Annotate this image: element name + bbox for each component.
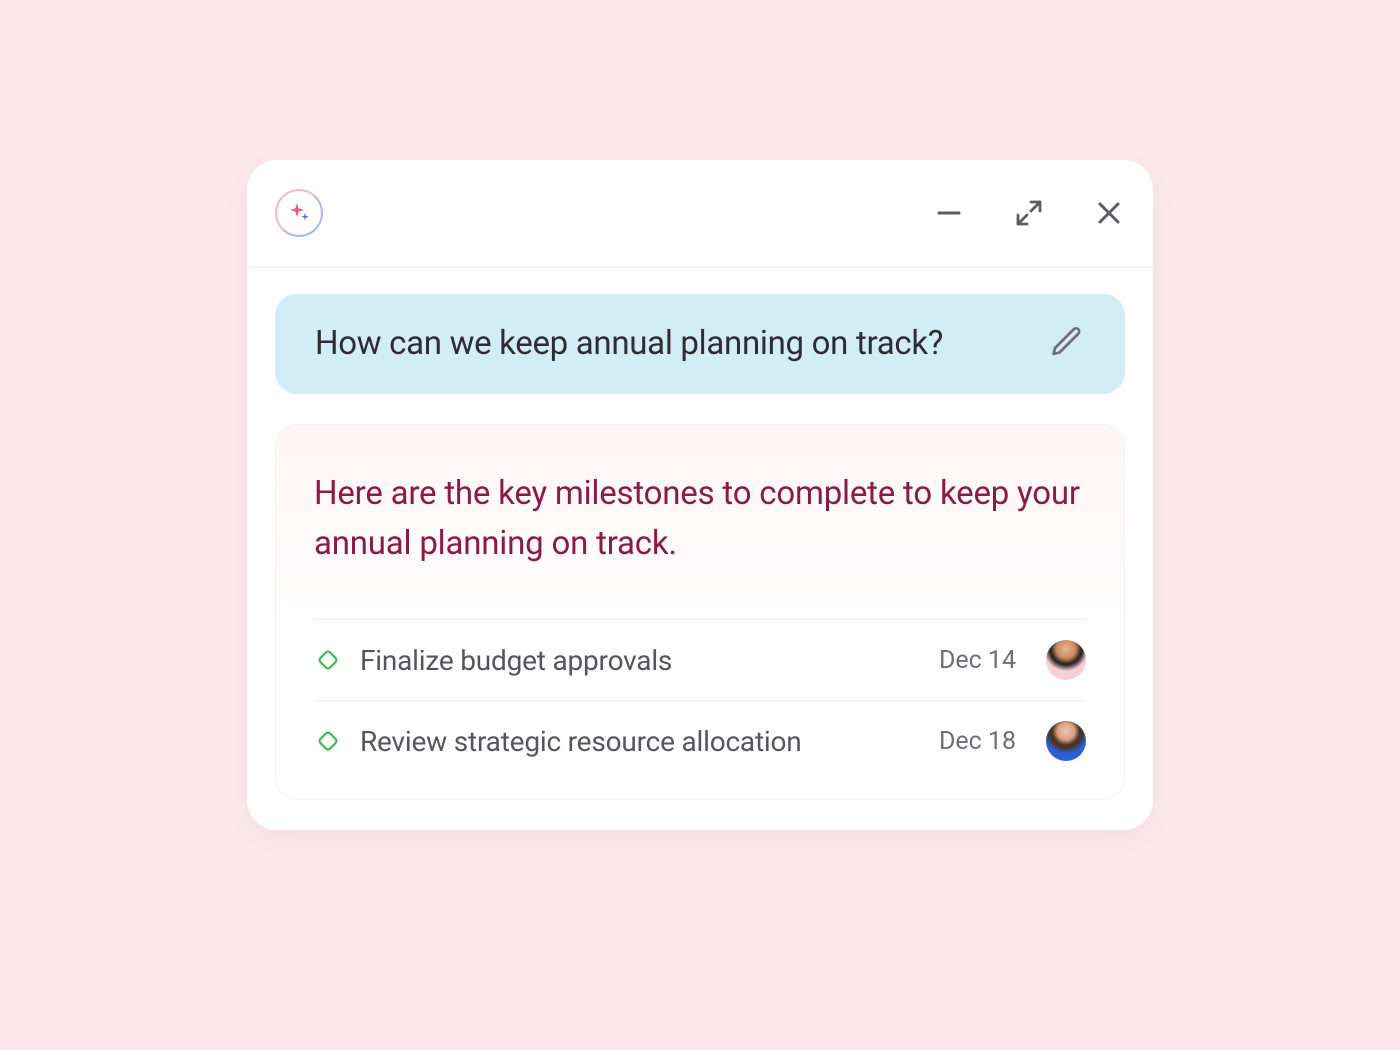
milestone-date: Dec 14	[939, 646, 1016, 675]
milestone-date: Dec 18	[939, 727, 1016, 756]
ai-assist-panel: How can we keep annual planning on track…	[247, 160, 1153, 830]
milestone-title: Finalize budget approvals	[360, 644, 921, 677]
answer-intro-text: Here are the key milestones to complete …	[314, 469, 1086, 569]
close-button[interactable]	[1093, 197, 1125, 229]
expand-button[interactable]	[1013, 197, 1045, 229]
edit-prompt-button[interactable]	[1049, 324, 1085, 364]
answer-card: Here are the key milestones to complete …	[275, 424, 1125, 800]
milestone-diamond-icon	[314, 646, 342, 674]
assignee-avatar[interactable]	[1046, 721, 1086, 761]
minimize-button[interactable]	[933, 197, 965, 229]
prompt-card[interactable]: How can we keep annual planning on track…	[275, 294, 1125, 394]
milestone-item[interactable]: Review strategic resource allocation Dec…	[314, 701, 1086, 781]
assignee-avatar[interactable]	[1046, 640, 1086, 680]
prompt-text: How can we keep annual planning on track…	[315, 324, 943, 363]
milestone-list: Finalize budget approvals Dec 14 Review …	[314, 619, 1086, 781]
milestone-diamond-icon	[314, 727, 342, 755]
milestone-title: Review strategic resource allocation	[360, 725, 921, 758]
ai-sparkle-icon	[275, 189, 323, 237]
titlebar	[247, 160, 1153, 268]
milestone-item[interactable]: Finalize budget approvals Dec 14	[314, 620, 1086, 701]
window-controls	[933, 197, 1125, 229]
panel-content: How can we keep annual planning on track…	[247, 268, 1153, 830]
